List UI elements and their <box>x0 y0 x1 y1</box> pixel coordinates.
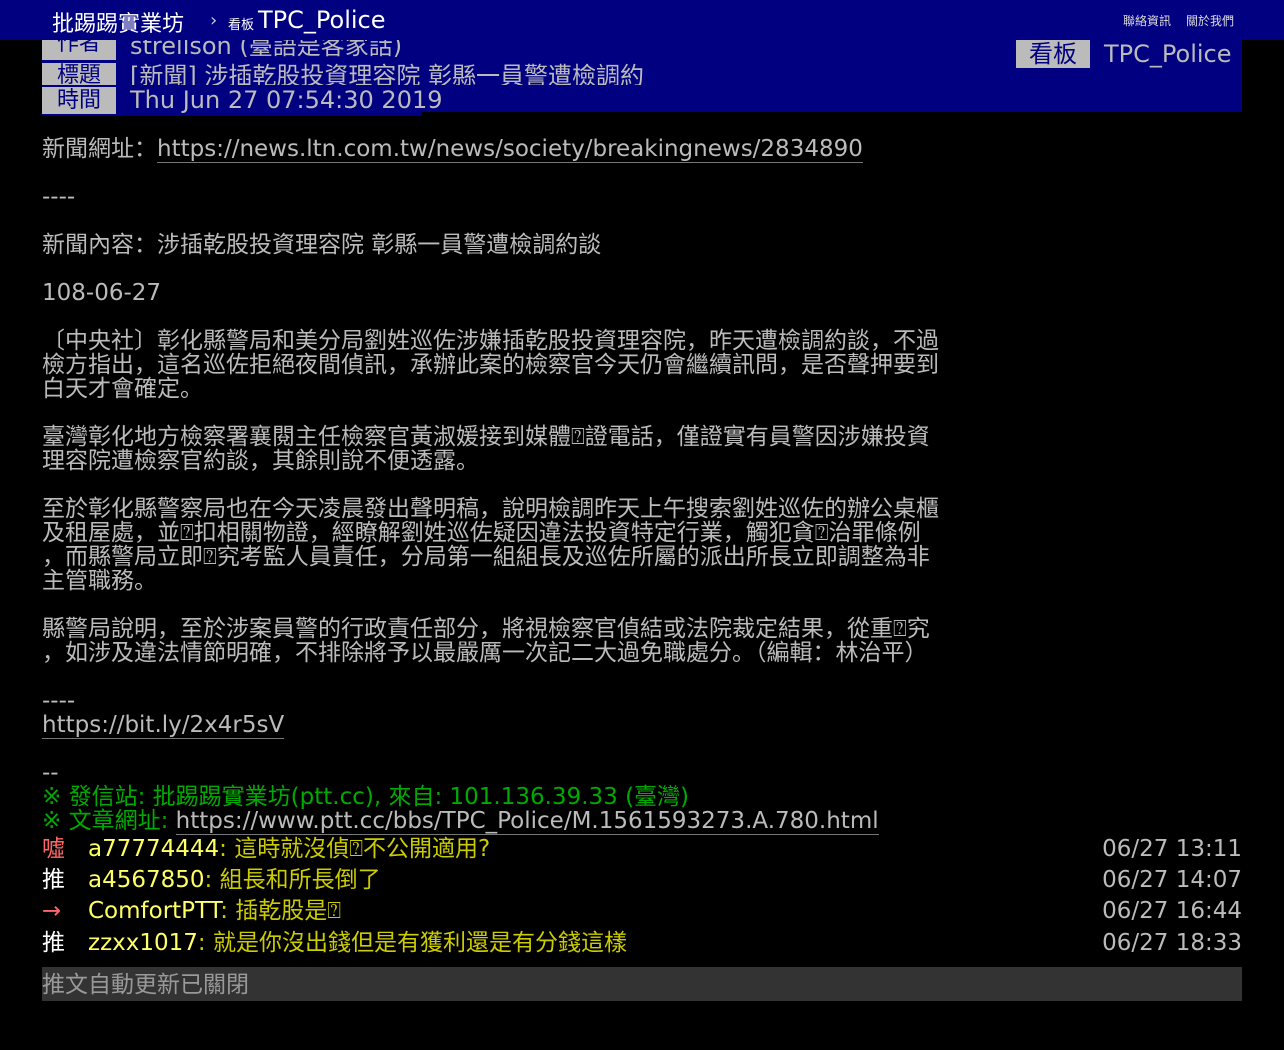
paragraph-line: ，而縣警局立即⍰究考監人員責任，分局第一組組長及巡佐所屬的派出所長立即調整為非 <box>42 544 930 570</box>
push-content: : 插乾股是⍰ <box>220 898 342 924</box>
paragraph-line: 檢方指出，這名巡佐拒絕夜間偵訊，承辦此案的檢察官今天仍會繼續訊問，是否聲押要到 <box>42 352 939 378</box>
time-value: Thu Jun 27 07:54:30 2019 <box>130 86 443 114</box>
news-url-line: 新聞網址：https://news.ltn.com.tw/news/societ… <box>42 136 863 163</box>
push-time: 06/27 14:07 <box>1102 867 1242 893</box>
push-content: : 這時就沒偵⍰不公開適用? <box>219 836 491 862</box>
article-url-line: ※ 文章網址: https://www.ptt.cc/bbs/TPC_Polic… <box>42 808 879 835</box>
breadcrumb-separator: › <box>210 10 218 31</box>
paragraph-line: 至於彰化縣警察局也在今天凌晨發出聲明稿，說明檢調昨天上午搜索劉姓巡佐的辦公桌櫃 <box>42 496 939 522</box>
push-time: 06/27 18:33 <box>1102 930 1242 956</box>
push-content: : 就是你沒出錢但是有獲利還是有分錢這樣 <box>197 930 627 956</box>
push-user: ComfortPTT: 插乾股是⍰ <box>88 898 342 924</box>
auto-update-status-bar[interactable]: 推文自動更新已關閉 <box>42 967 1242 1001</box>
push-user: a77774444: 這時就沒偵⍰不公開適用? <box>88 836 491 862</box>
paragraph-line: ，如涉及違法情節明確，不排除將予以最嚴厲一次記二大過免職處分。（編輯：林治平） <box>42 640 928 666</box>
push-row: → ComfortPTT: 插乾股是⍰ 06/27 16:44 <box>42 896 1242 926</box>
about-link[interactable]: 關於我們 <box>1186 12 1234 29</box>
paragraph-line: 臺灣彰化地方檢察署襄閱主任檢察官黃淑媛接到媒體⍰證電話，僅證實有員警因涉嫌投資 <box>42 424 930 450</box>
paragraph-line: 縣警局說明，至於涉案員警的行政責任部分，將視檢察官偵結或法院裁定結果，從重⍰究 <box>42 616 930 642</box>
news-url-link[interactable]: https://news.ltn.com.tw/news/society/bre… <box>157 136 863 163</box>
board-value: TPC_Police <box>1104 40 1232 68</box>
push-row: 推 a4567850: 組長和所長倒了 06/27 14:07 <box>42 865 1242 895</box>
push-tag: 噓 <box>42 836 65 862</box>
time-tag: 時間 <box>42 87 116 114</box>
site-logo-link[interactable]: 批踢踢實業坊 <box>52 6 184 38</box>
title-value: [新聞] 涉插乾股投資理容院 彰縣一員警遭檢調約 <box>130 63 644 85</box>
push-tag: 推 <box>42 930 65 956</box>
origin-line: ※ 發信站: 批踢踢實業坊(ptt.cc), 來自: 101.136.39.33… <box>42 784 690 810</box>
push-time: 06/27 16:44 <box>1102 898 1242 924</box>
push-user: zzxx1017: 就是你沒出錢但是有獲利還是有分錢這樣 <box>88 930 627 956</box>
author-value: strellson (臺語是客家話) <box>130 40 403 60</box>
news-url-label: 新聞網址： <box>42 136 157 162</box>
short-url-line: https://bit.ly/2x4r5sV <box>42 712 285 739</box>
push-row: 噓 a77774444: 這時就沒偵⍰不公開適用? 06/27 13:11 <box>42 834 1242 864</box>
push-content: : 組長和所長倒了 <box>204 867 381 893</box>
divider: ---- <box>42 688 76 714</box>
paragraph-line: 主管職務。 <box>42 568 157 594</box>
top-navigation-bar: 批踢踢實業坊 › 看板 TPC_Police 聯絡資訊 關於我們 <box>0 0 1284 40</box>
signature-divider: -- <box>42 760 59 786</box>
paragraph-line: 理容院遭檢察官約談，其餘則說不便透露。 <box>42 448 479 474</box>
paragraph-line: 〔中央社〕彰化縣警局和美分局劉姓巡佐涉嫌插乾股投資理容院，昨天遭檢調約談，不過 <box>42 328 939 354</box>
push-tag: 推 <box>42 867 65 893</box>
title-tag: 標題 <box>42 63 116 85</box>
push-row: 推 zzxx1017: 就是你沒出錢但是有獲利還是有分錢這樣 06/27 18:… <box>42 928 1242 958</box>
divider: ---- <box>42 184 76 210</box>
article-url-label: ※ 文章網址: <box>42 808 176 834</box>
paragraph-line: 白天才會確定。 <box>42 376 203 402</box>
board-name-link[interactable]: TPC_Police <box>258 6 386 34</box>
news-date: 108-06-27 <box>42 280 162 306</box>
push-user: a4567850: 組長和所長倒了 <box>88 867 381 893</box>
board-label: 看板 <box>228 18 255 33</box>
paragraph-line: 及租屋處，並⍰扣相關物證，經瞭解劉姓巡佐疑因違法投資特定行業，觸犯貪⍰治罪條例 <box>42 520 921 546</box>
author-tag: 作者 <box>42 40 116 60</box>
push-time: 06/27 13:11 <box>1102 836 1242 862</box>
article-url-link[interactable]: https://www.ptt.cc/bbs/TPC_Police/M.1561… <box>175 808 879 835</box>
news-title: 新聞內容：涉插乾股投資理容院 彰縣一員警遭檢調約談 <box>42 232 602 258</box>
board-tag: 看板 <box>1016 40 1090 68</box>
push-tag: → <box>42 898 62 924</box>
contact-link[interactable]: 聯絡資訊 <box>1123 12 1171 29</box>
short-url-link[interactable]: https://bit.ly/2x4r5sV <box>42 712 285 739</box>
